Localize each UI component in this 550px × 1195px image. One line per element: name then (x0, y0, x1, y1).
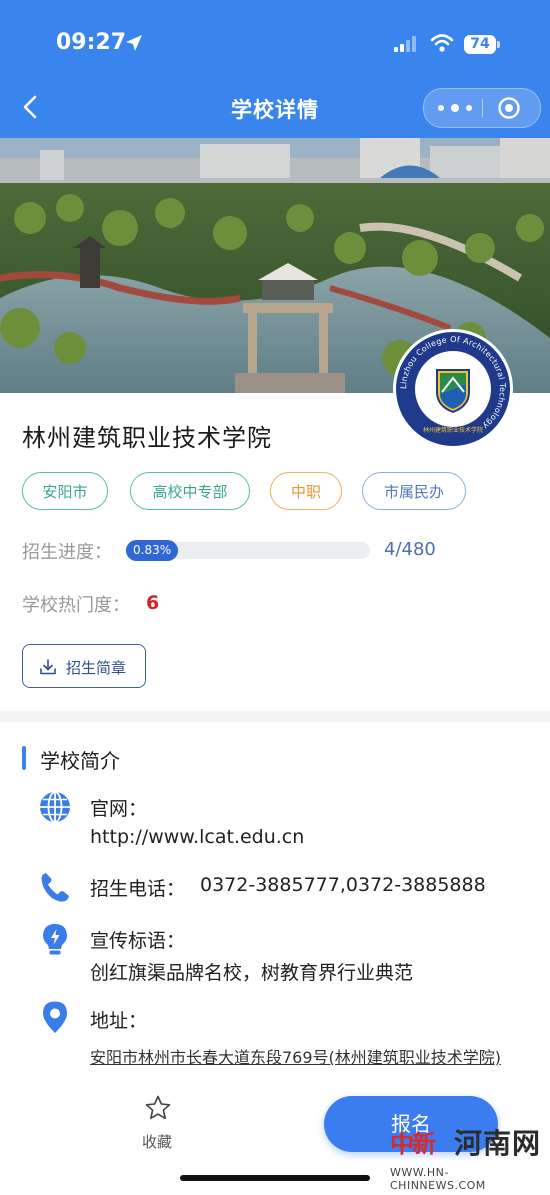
slogan-label: 宣传标语： (90, 930, 186, 952)
download-icon (40, 659, 56, 675)
tag-ownership: 市属民办 (362, 472, 466, 510)
popularity-value: 6 (146, 592, 160, 614)
back-button[interactable] (14, 90, 48, 124)
school-name: 林州建筑职业技术学院 (22, 424, 272, 452)
watermark: 中新 河南网 WWW.HN-CHINNEWS.COM (384, 1118, 544, 1192)
logo-inner-text: 林州建筑职业技术学院 (423, 426, 483, 434)
globe-icon (40, 791, 70, 823)
cellular-signal-icon (394, 36, 420, 52)
phone-numbers[interactable]: 0372-3885777,0372-3885888 (200, 874, 486, 896)
admission-brochure-label: 招生简章 (66, 659, 127, 677)
enrollment-count: 4/480 (384, 539, 436, 560)
tag-city: 安阳市 (22, 472, 108, 510)
popularity-label: 学校热门度： (22, 595, 130, 616)
enrollment-progress-label: 招生进度： (22, 542, 112, 563)
favorite-label[interactable]: 收藏 (142, 1131, 172, 1152)
section-accent-bar (22, 746, 26, 770)
wifi-icon (430, 34, 454, 52)
watermark-url: WWW.HN-CHINNEWS.COM (390, 1166, 486, 1192)
school-logo: Linzhou College Of Architectural Technol… (393, 329, 513, 449)
address-label: 地址： (90, 1010, 148, 1032)
tag-level: 中职 (270, 472, 342, 510)
battery-indicator: 74 (464, 35, 496, 54)
intro-section-title: 学校简介 (40, 749, 120, 773)
watermark-brand-red: 中新 (390, 1129, 436, 1158)
phone-icon (41, 873, 69, 902)
star-icon[interactable] (144, 1094, 172, 1122)
more-options-button[interactable] (438, 89, 472, 127)
location-pin-icon (43, 1001, 67, 1033)
mini-program-capsule (423, 88, 541, 128)
website-link[interactable]: http://www.lcat.edu.cn (90, 826, 304, 848)
capsule-divider (482, 99, 483, 117)
slogan-text: 创红旗渠品牌名校，树教育界行业典范 (90, 962, 414, 984)
battery-cap (497, 41, 500, 48)
status-time: 09:27 (56, 30, 127, 55)
enrollment-progress-percent: 0.83% (126, 540, 179, 561)
location-arrow-icon (126, 35, 142, 51)
close-miniprogram-icon[interactable] (497, 96, 521, 120)
phone-label: 招生电话： (90, 878, 186, 900)
admission-brochure-button[interactable]: 招生简章 (22, 644, 146, 688)
home-indicator (180, 1175, 370, 1181)
tag-category: 高校中专部 (130, 472, 250, 510)
address-link[interactable]: 安阳市林州市长春大道东段769号(林州建筑职业技术学院) (90, 1046, 530, 1082)
website-label: 官网： (90, 798, 148, 820)
watermark-brand-black: 河南网 (454, 1127, 542, 1160)
lightbulb-icon (43, 924, 67, 955)
section-divider (0, 711, 550, 722)
